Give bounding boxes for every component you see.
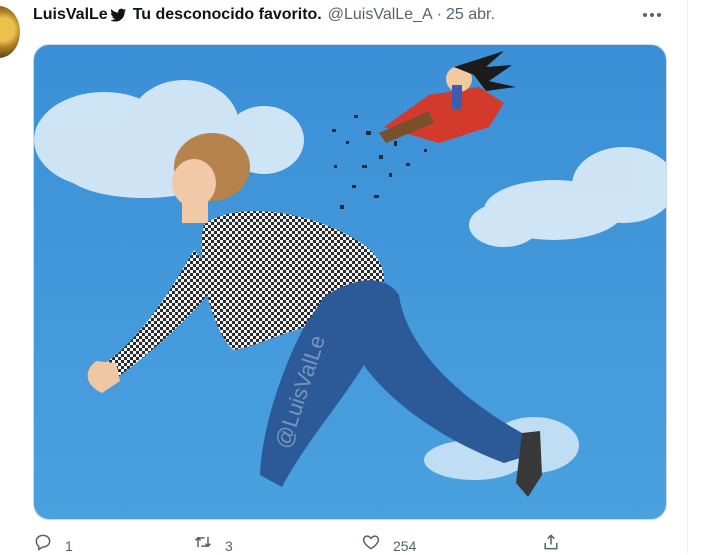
timeline-column-border bbox=[687, 0, 688, 553]
avatar[interactable] bbox=[0, 6, 20, 58]
retweet-button[interactable]: 3 bbox=[193, 532, 233, 555]
like-button[interactable]: 254 bbox=[361, 532, 417, 555]
reply-button[interactable]: 1 bbox=[33, 532, 73, 555]
retweet-count: 3 bbox=[225, 538, 233, 554]
twitter-bird-icon bbox=[110, 7, 127, 23]
author-name[interactable]: LuisValLe bbox=[33, 6, 108, 24]
tweet-header: LuisValLe Tu desconocido favorito. @Luis… bbox=[33, 4, 645, 26]
more-icon[interactable] bbox=[640, 3, 664, 27]
tweet-date[interactable]: 25 abr. bbox=[446, 6, 495, 24]
share-button[interactable] bbox=[541, 532, 561, 553]
like-icon bbox=[361, 532, 381, 555]
retweet-icon bbox=[193, 532, 213, 555]
display-name[interactable]: Tu desconocido favorito. bbox=[133, 6, 322, 24]
user-handle[interactable]: @LuisValLe_A bbox=[328, 6, 433, 24]
tweet-actions: 1 3 254 bbox=[33, 532, 613, 555]
tweet-photo[interactable]: @LuisValLe bbox=[33, 44, 667, 520]
like-count: 254 bbox=[393, 538, 417, 554]
separator-dot: · bbox=[436, 6, 442, 23]
share-icon bbox=[541, 532, 561, 555]
reply-count: 1 bbox=[65, 538, 73, 554]
reply-icon bbox=[33, 532, 53, 555]
